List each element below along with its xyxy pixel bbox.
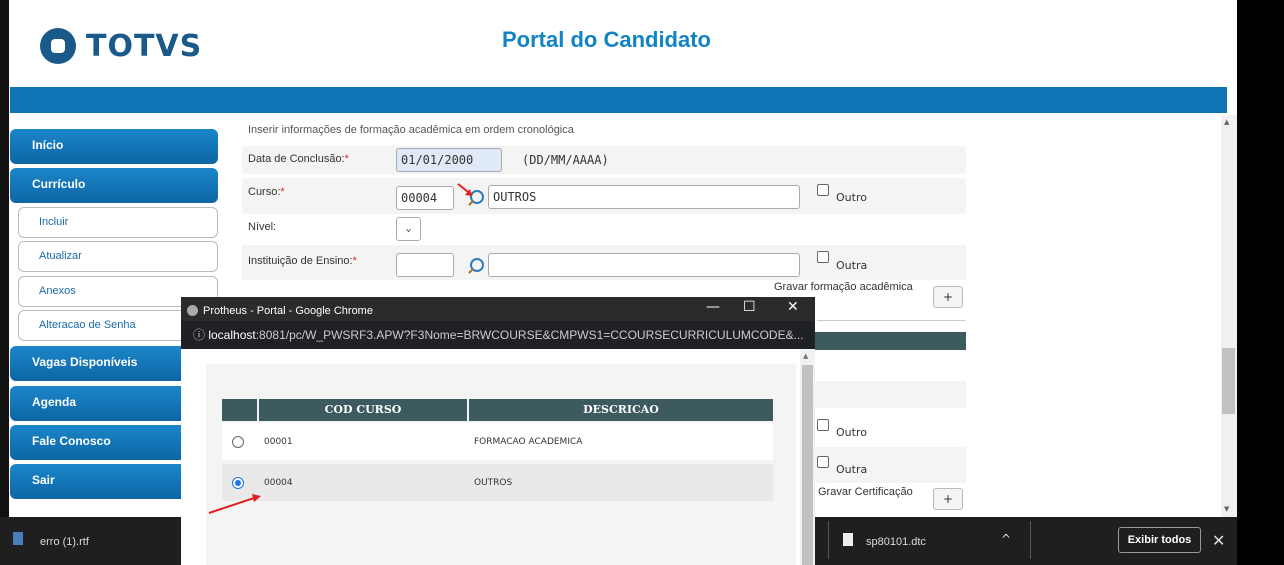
download-item-2[interactable]: sp80101.dtc (866, 536, 926, 548)
table-header-code: COD CURSO (259, 399, 467, 421)
curso-desc-input[interactable]: OUTROS (488, 185, 800, 209)
popup-url-bar[interactable]: ⓘ localhost:8081/pc/W_PWSRF3.APW?F3Nome=… (181, 321, 815, 349)
outra-checkbox[interactable] (817, 251, 829, 263)
show-all-button[interactable]: Exibir todos (1118, 527, 1201, 553)
popup-scrollbar-thumb[interactable] (802, 365, 813, 565)
menu-inicio[interactable]: Início (10, 129, 218, 164)
nivel-label: Nível: (248, 221, 277, 233)
menu-curriculo[interactable]: Currículo (10, 168, 218, 203)
form-instruction: Inserir informações de formação acadêmic… (248, 124, 574, 136)
info-icon: ⓘ (193, 328, 209, 342)
row-code: 00001 (264, 437, 293, 447)
outra-label: Outra (836, 259, 868, 272)
page-title: Portal do Candidato (502, 27, 711, 52)
gravar-formacao-label: Gravar formação acadêmica (774, 281, 913, 293)
window-edge (0, 0, 9, 517)
submenu-atualizar[interactable]: Atualizar (18, 241, 218, 272)
minimize-icon[interactable]: — (706, 299, 720, 315)
header-bar (10, 87, 1227, 113)
data-label: Data de Conclusão:* (248, 153, 349, 165)
scroll-up-icon[interactable]: ▲ (803, 352, 808, 360)
add-formacao-button[interactable]: + (933, 286, 963, 308)
row-desc: FORMACAO ACADEMICA (474, 437, 583, 447)
row-radio[interactable] (232, 436, 244, 448)
nivel-select[interactable]: ⌄ (396, 217, 421, 241)
curso-label: Curso:* (248, 186, 285, 198)
gravar-certificacao-label: Gravar Certificação (818, 486, 913, 498)
form-row-bg (815, 381, 966, 408)
row-radio-selected[interactable] (232, 477, 244, 489)
add-certificacao-button[interactable]: + (933, 488, 963, 510)
submenu-incluir[interactable]: Incluir (18, 207, 218, 238)
popup-title: Protheus - Portal - Google Chrome (203, 305, 373, 317)
table-row[interactable]: 00001 FORMACAO ACADEMICA (222, 423, 773, 460)
maximize-icon[interactable]: ☐ (743, 299, 756, 315)
table-header-select (222, 399, 257, 421)
chrome-icon (187, 305, 198, 316)
outro-checkbox[interactable] (817, 184, 829, 196)
divider (1030, 521, 1031, 559)
table-header-desc: DESCRICAO (469, 399, 773, 421)
scroll-down-icon[interactable]: ▼ (1224, 505, 1229, 513)
close-icon[interactable]: ✕ (787, 299, 799, 315)
page-scrollbar-thumb[interactable] (1222, 348, 1235, 414)
totvs-logo: TOTVS (40, 28, 202, 64)
download-item-1[interactable]: erro (1).rtf (40, 536, 89, 548)
popup-window: Protheus - Portal - Google Chrome — ☐ ✕ … (181, 297, 815, 565)
screen: TOTVS Portal do Candidato Início Currícu… (0, 0, 1284, 565)
outro-label-2: Outro (836, 426, 867, 439)
rtf-file-icon (13, 532, 23, 545)
annotation-arrow-icon (208, 494, 261, 514)
search-icon[interactable] (470, 258, 484, 272)
instituicao-code-input[interactable] (396, 253, 454, 277)
totvs-logo-icon (40, 28, 76, 64)
divider (828, 521, 829, 559)
table-row[interactable]: 00004 OUTROS (222, 464, 773, 501)
row-desc: OUTROS (474, 478, 513, 488)
data-conclusao-input[interactable]: 01/01/2000 (396, 148, 502, 172)
outro-label: Outro (836, 191, 867, 204)
chevron-up-icon[interactable]: ^ (1001, 532, 1011, 546)
scroll-up-icon[interactable]: ▲ (1224, 118, 1229, 126)
divider (817, 320, 966, 321)
outro-checkbox-2[interactable] (817, 419, 829, 431)
annotation-arrow-icon (457, 183, 473, 196)
row-code: 00004 (264, 478, 293, 488)
outra-label-2: Outra (836, 463, 868, 476)
curso-code-input[interactable]: 00004 (396, 186, 454, 210)
instituicao-label: Instituição de Ensino:* (248, 255, 357, 267)
page-scrollbar[interactable] (1221, 115, 1237, 517)
date-format-hint: (DD/MM/AAAA) (522, 153, 609, 167)
outra-checkbox-2[interactable] (817, 456, 829, 468)
file-icon (843, 533, 853, 546)
instituicao-desc-input[interactable] (488, 253, 800, 277)
logo-text: TOTVS (86, 28, 203, 64)
section-header-bar (815, 332, 966, 350)
close-icon[interactable]: ✕ (1212, 531, 1225, 550)
